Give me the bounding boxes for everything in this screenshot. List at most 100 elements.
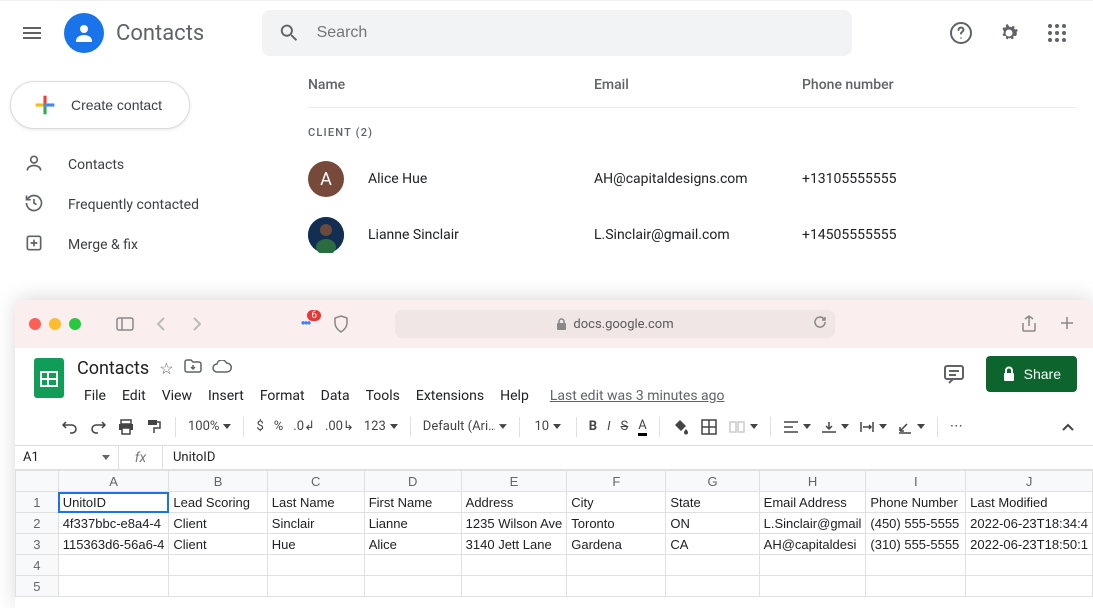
menu-tools[interactable]: Tools xyxy=(359,384,407,408)
strikethrough-button[interactable]: S xyxy=(617,415,633,438)
merge-cells-button[interactable] xyxy=(724,416,762,438)
doc-title[interactable]: Contacts xyxy=(77,358,149,379)
borders-button[interactable] xyxy=(696,414,722,440)
shield-button[interactable] xyxy=(329,315,353,333)
cell[interactable] xyxy=(58,576,169,597)
name-box[interactable]: A1 xyxy=(15,446,119,469)
text-wrap-button[interactable] xyxy=(855,418,891,436)
cell[interactable]: Client xyxy=(169,513,267,534)
settings-button[interactable] xyxy=(989,13,1029,53)
menu-file[interactable]: File xyxy=(77,384,113,408)
cell[interactable] xyxy=(759,555,866,576)
cell[interactable] xyxy=(666,576,759,597)
col-header[interactable]: A xyxy=(58,471,169,492)
menu-help[interactable]: Help xyxy=(493,384,536,408)
cell[interactable]: 4f337bbc-e8a4-4 xyxy=(58,513,169,534)
cell[interactable] xyxy=(966,555,1093,576)
cell[interactable] xyxy=(567,576,666,597)
minimize-window-button[interactable] xyxy=(49,318,61,330)
create-contact-button[interactable]: Create contact xyxy=(10,81,190,129)
cell[interactable]: (310) 555-5555 xyxy=(866,534,966,555)
cell[interactable]: 1235 Wilson Ave xyxy=(461,513,567,534)
menu-extensions[interactable]: Extensions xyxy=(409,384,491,408)
forward-button[interactable] xyxy=(185,315,209,333)
move-button[interactable] xyxy=(184,358,202,378)
increase-decimal-button[interactable]: .00↳ xyxy=(321,415,358,438)
cell[interactable] xyxy=(169,555,267,576)
cell[interactable] xyxy=(58,555,169,576)
cell[interactable]: Toronto xyxy=(567,513,666,534)
zoom-dropdown[interactable]: 100% xyxy=(184,417,235,436)
text-color-button[interactable]: A xyxy=(634,414,650,440)
url-bar[interactable]: docs.google.com xyxy=(395,310,835,338)
sheets-logo[interactable] xyxy=(31,354,67,402)
menu-data[interactable]: Data xyxy=(314,384,357,408)
contact-row[interactable]: Lianne SinclairL.Sinclair@gmail.com+1450… xyxy=(308,207,1077,263)
menu-edit[interactable]: Edit xyxy=(115,384,153,408)
cell[interactable]: UnitoID xyxy=(58,492,169,513)
cell[interactable] xyxy=(169,576,267,597)
last-edit-link[interactable]: Last edit was 3 minutes ago xyxy=(550,388,725,404)
cell[interactable]: Gardena xyxy=(567,534,666,555)
cell[interactable] xyxy=(364,555,461,576)
cell[interactable]: Last Modified xyxy=(966,492,1093,513)
icloud-tabs-button[interactable]: •••6 xyxy=(293,316,317,332)
col-header[interactable]: D xyxy=(364,471,461,492)
horizontal-align-button[interactable] xyxy=(779,418,815,436)
back-button[interactable] xyxy=(149,315,173,333)
apps-button[interactable] xyxy=(1037,13,1077,53)
cell[interactable]: Client xyxy=(169,534,267,555)
cell[interactable]: Phone Number xyxy=(866,492,966,513)
cell[interactable] xyxy=(966,576,1093,597)
menu-format[interactable]: Format xyxy=(253,384,312,408)
font-size-dropdown[interactable]: 10 xyxy=(528,417,568,436)
row-header[interactable]: 5 xyxy=(16,576,59,597)
col-header[interactable]: H xyxy=(759,471,866,492)
share-button[interactable]: Share xyxy=(986,356,1077,392)
cell[interactable]: State xyxy=(666,492,759,513)
select-all-corner[interactable] xyxy=(16,471,59,492)
cell[interactable]: 2022-06-23T18:50:1 xyxy=(966,534,1093,555)
sidebar-toggle-button[interactable] xyxy=(113,317,137,331)
cell[interactable]: L.Sinclair@gmail xyxy=(759,513,866,534)
col-header[interactable]: E xyxy=(461,471,567,492)
row-header[interactable]: 4 xyxy=(16,555,59,576)
search-bar[interactable] xyxy=(262,10,852,56)
window-controls[interactable] xyxy=(29,318,81,330)
col-header[interactable]: B xyxy=(169,471,267,492)
nav-frequent[interactable]: Frequently contacted xyxy=(0,185,288,225)
nav-contacts[interactable]: Contacts xyxy=(0,145,288,185)
cell[interactable] xyxy=(866,555,966,576)
cell[interactable]: First Name xyxy=(364,492,461,513)
text-rotation-button[interactable] xyxy=(893,418,929,436)
menu-view[interactable]: View xyxy=(155,384,199,408)
cell[interactable]: Email Address xyxy=(759,492,866,513)
spreadsheet-grid[interactable]: ABCDEFGHIJ1UnitoIDLead ScoringLast NameF… xyxy=(15,470,1093,597)
cell[interactable] xyxy=(567,555,666,576)
cell[interactable]: Hue xyxy=(267,534,364,555)
cell[interactable]: (450) 555-5555 xyxy=(866,513,966,534)
font-dropdown[interactable]: Default (Ari… xyxy=(419,417,511,436)
cell[interactable] xyxy=(666,555,759,576)
col-header[interactable]: C xyxy=(267,471,364,492)
share-button[interactable] xyxy=(1017,315,1041,333)
percent-button[interactable]: % xyxy=(270,415,288,438)
more-toolbar-button[interactable]: ⋯ xyxy=(946,415,967,438)
nav-merge-fix[interactable]: Merge & fix xyxy=(0,225,288,265)
col-header[interactable]: G xyxy=(666,471,759,492)
formula-bar[interactable]: UnitoID xyxy=(163,450,1093,465)
decrease-decimal-button[interactable]: .0↲ xyxy=(289,415,319,438)
undo-button[interactable] xyxy=(57,414,83,440)
cell[interactable]: Last Name xyxy=(267,492,364,513)
reload-button[interactable] xyxy=(813,315,827,333)
row-header[interactable]: 3 xyxy=(16,534,59,555)
redo-button[interactable] xyxy=(85,414,111,440)
cell[interactable]: 115363d6-56a6-4 xyxy=(58,534,169,555)
cell[interactable]: Alice xyxy=(364,534,461,555)
col-header[interactable]: I xyxy=(866,471,966,492)
cell[interactable]: AH@capitaldesi xyxy=(759,534,866,555)
cell[interactable] xyxy=(267,576,364,597)
cell[interactable]: Sinclair xyxy=(267,513,364,534)
cell[interactable]: ON xyxy=(666,513,759,534)
cell[interactable]: 2022-06-23T18:34:4 xyxy=(966,513,1093,534)
